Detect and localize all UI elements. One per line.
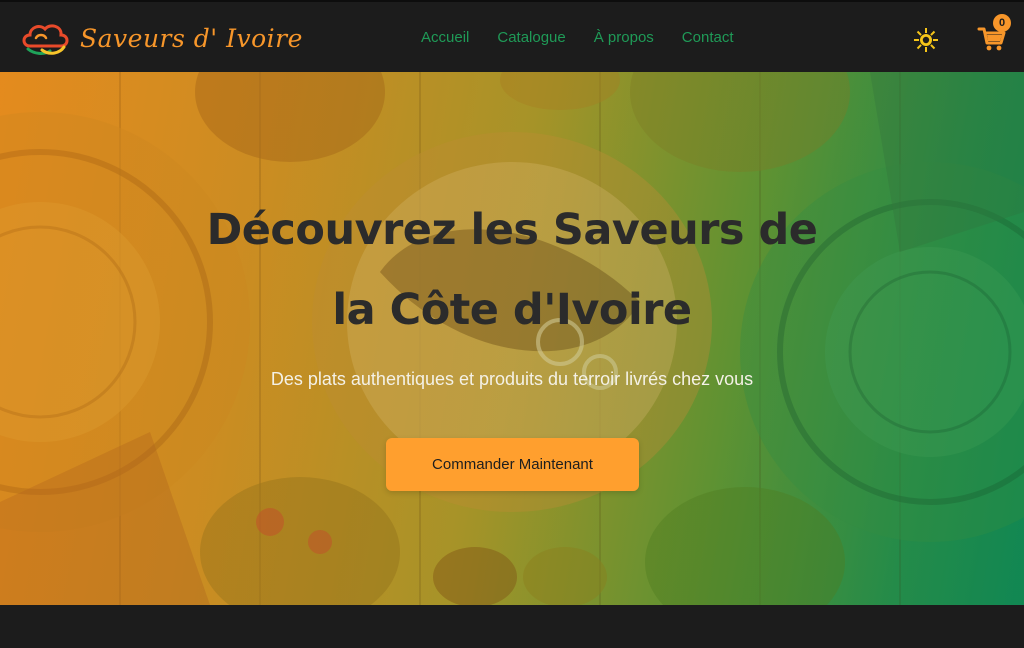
hero-content: Découvrez les Saveurs de la Côte d'Ivoir…: [0, 72, 1024, 605]
hero-title: Découvrez les Saveurs de la Côte d'Ivoir…: [150, 190, 874, 350]
nav-link-contact[interactable]: Contact: [682, 29, 734, 46]
hero-title-line2: la Côte d'Ivoire: [332, 285, 692, 335]
hero-title-line1: Découvrez les Saveurs de: [206, 205, 818, 255]
nav-link-accueil[interactable]: Accueil: [421, 29, 469, 46]
navbar: Saveurs d' Ivoire Accueil Catalogue À pr…: [0, 0, 1024, 72]
next-section-band: [0, 605, 1024, 648]
brand-link[interactable]: Saveurs d' Ivoire: [20, 18, 303, 58]
main-nav: Accueil Catalogue À propos Contact: [421, 27, 762, 46]
sun-icon: [914, 28, 938, 52]
hero-section: Découvrez les Saveurs de la Côte d'Ivoir…: [0, 72, 1024, 605]
cloud-logo-icon: [22, 24, 69, 55]
nav-link-catalogue[interactable]: Catalogue: [497, 29, 565, 46]
nav-item-a-propos: À propos: [594, 27, 654, 46]
order-now-button[interactable]: Commander Maintenant: [386, 438, 639, 491]
nav-item-contact: Contact: [682, 27, 734, 46]
theme-toggle-button[interactable]: [913, 27, 939, 53]
nav-item-accueil: Accueil: [421, 27, 469, 46]
nav-link-a-propos[interactable]: À propos: [594, 29, 654, 46]
hero-subtitle: Des plats authentiques et produits du te…: [270, 369, 754, 389]
brand-name: Saveurs d' Ivoire: [80, 23, 303, 53]
nav-item-catalogue: Catalogue: [497, 27, 565, 46]
cart-count-badge: 0: [993, 14, 1011, 32]
